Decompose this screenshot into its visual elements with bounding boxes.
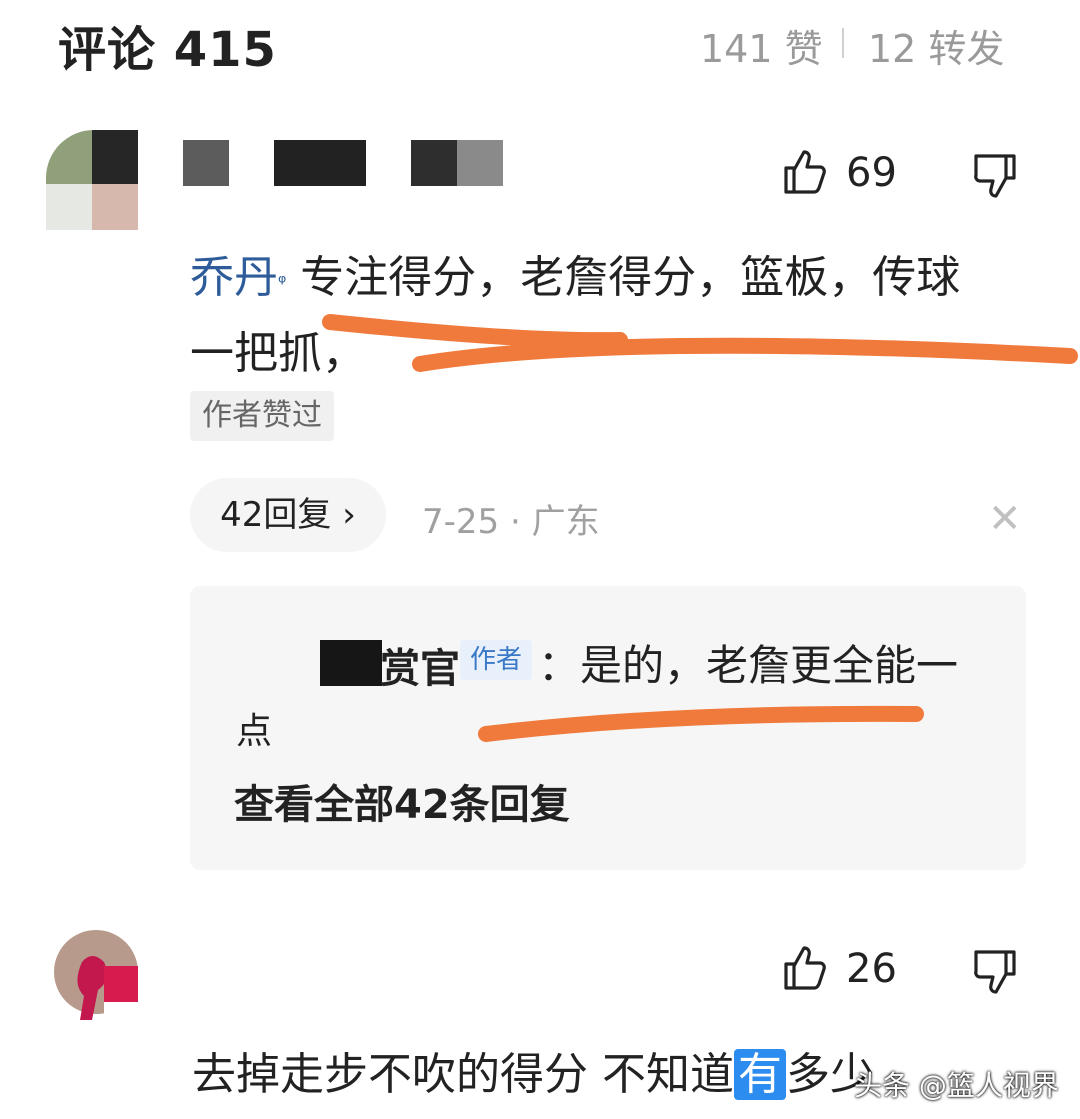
thumbs-down-icon[interactable] <box>970 150 1018 200</box>
thumbs-up-icon[interactable] <box>780 942 830 992</box>
author-liked-badge: 作者赞过 <box>190 391 334 441</box>
post-share-count[interactable]: 12 转发 <box>868 18 1004 73</box>
like-count: 69 <box>846 150 897 196</box>
reply-author-mosaic <box>320 640 382 686</box>
comments-title: 评论 415 <box>58 22 277 78</box>
search-icon: ᵠ <box>278 270 287 294</box>
view-all-replies-link[interactable]: 查看全部42条回复 <box>234 772 570 830</box>
watermark: 头条 @篮人视界 <box>854 1069 1059 1102</box>
post-like-count[interactable]: 141 赞 <box>700 18 823 73</box>
thumbs-up-icon[interactable] <box>780 146 830 196</box>
reply-text-line2: 点 <box>236 711 273 752</box>
comment-text: 乔丹ᵠ 专注得分，老詹得分，篮板，传球 一把抓， <box>190 240 960 392</box>
chevron-right-icon: › <box>342 495 356 535</box>
comment-text-line2: 一把抓， <box>190 328 366 379</box>
reply-count-label: 42回复 <box>220 495 332 535</box>
comment-text-part: 去掉走步不吹的得分 不知道 <box>192 1049 734 1100</box>
reply-count-button[interactable]: 42回复 › <box>190 478 386 552</box>
header-divider <box>842 28 844 58</box>
comment-text-line1: 专注得分，老詹得分，篮板，传球 <box>286 252 961 303</box>
comment-text: 去掉走步不吹的得分 不知道有多少 <box>192 1038 874 1102</box>
highlighted-char: 有 <box>734 1049 786 1100</box>
close-icon[interactable]: ✕ <box>988 496 1022 542</box>
comment-meta: 7-25 · 广东 <box>422 502 600 542</box>
avatar[interactable] <box>54 926 138 1026</box>
avatar[interactable] <box>46 130 138 230</box>
mention-link[interactable]: 乔丹ᵠ <box>190 252 286 303</box>
reply-text: ：是的，老詹更全能一 <box>538 641 959 690</box>
author-tag: 作者 <box>460 640 533 680</box>
like-count: 26 <box>846 946 897 992</box>
mention-label[interactable]: 乔丹 <box>190 252 278 303</box>
reply-author[interactable]: 赏官 <box>380 636 460 694</box>
thumbs-down-icon[interactable] <box>970 946 1018 996</box>
